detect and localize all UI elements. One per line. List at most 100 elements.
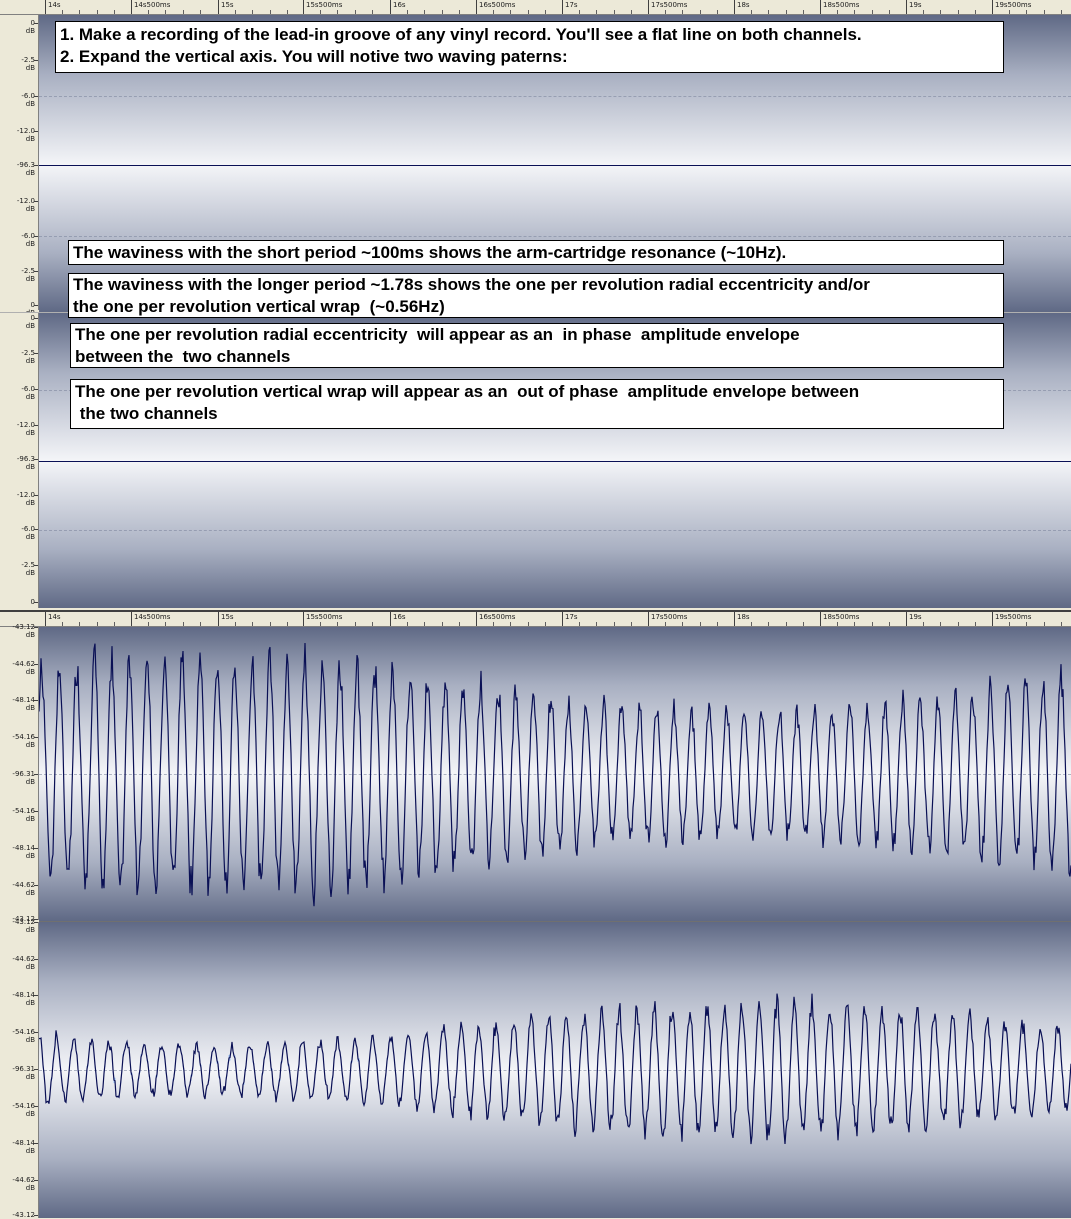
y-axis-label: -54.16 dB xyxy=(12,1102,35,1118)
ruler-minor-tick xyxy=(1026,10,1028,14)
ruler-minor-tick xyxy=(1043,10,1045,14)
ruler-minor-tick xyxy=(888,622,890,626)
ruler-tick-label: 17s500ms xyxy=(651,613,688,621)
ruler-tick-label: 18s500ms xyxy=(823,613,860,621)
y-axis-tick xyxy=(34,23,38,24)
y-axis-tick xyxy=(34,1143,38,1144)
y-axis-tick xyxy=(34,1069,38,1070)
ruler-tick: 16s xyxy=(390,0,406,14)
ruler-minor-tick xyxy=(286,622,288,626)
ruler-minor-tick xyxy=(1060,10,1062,14)
time-ruler-top[interactable]: 14s 14s500ms 15s 15s500ms 16s 16s500ms 17s 17s5… xyxy=(0,0,1071,15)
ruler-minor-tick xyxy=(96,10,98,14)
y-axis-tick xyxy=(34,1215,38,1216)
time-ruler-bottom[interactable]: 14s 14s500ms 15s 15s500ms 16s 16s500ms 17s 17s5… xyxy=(0,612,1071,627)
ruler-minor-tick xyxy=(1060,622,1062,626)
ruler-minor-tick xyxy=(371,622,373,626)
ruler-minor-tick xyxy=(510,622,512,626)
ruler-minor-tick xyxy=(974,622,976,626)
ruler-tick: 18s500ms xyxy=(820,612,859,626)
ruler-tick: 17s500ms xyxy=(648,0,687,14)
y-axis-tick xyxy=(34,1180,38,1181)
left-channel-waveform xyxy=(39,642,1071,907)
y-axis-label: -96.3 dB xyxy=(16,161,35,177)
y-axis-left-channel-top: 0 dB -2.5 dB -6.0 dB -12.0 dB -96.3 dB -12.0 … xyxy=(0,15,39,317)
y-axis-tick xyxy=(34,459,38,460)
ruler-tick-label: 16s xyxy=(393,613,406,621)
ruler-minor-tick xyxy=(527,622,529,626)
ruler-tick-label: 18s500ms xyxy=(823,1,860,9)
ruler-tick: 14s500ms xyxy=(131,612,170,626)
ruler-minor-tick xyxy=(579,10,581,14)
ruler-minor-tick xyxy=(337,10,339,14)
y-axis-label: -6.0 dB xyxy=(21,232,35,248)
note-long-period: The waviness with the longer period ~1.7… xyxy=(68,273,1004,318)
ruler-minor-tick xyxy=(407,10,409,14)
y-axis-tick xyxy=(34,774,38,775)
ruler-tick-label: 17s xyxy=(565,1,578,9)
ruler-minor-tick xyxy=(269,622,271,626)
ruler-minor-tick xyxy=(630,622,632,626)
ruler-minor-tick xyxy=(1009,10,1011,14)
ruler-minor-tick xyxy=(544,622,546,626)
y-axis-tick xyxy=(34,1106,38,1107)
ruler-minor-tick xyxy=(579,622,581,626)
ruler-tick: 14s500ms xyxy=(131,0,170,14)
ruler-minor-tick xyxy=(596,622,598,626)
y-axis-tick xyxy=(34,96,38,97)
ruler-tick: 16s xyxy=(390,612,406,626)
y-axis-tick xyxy=(34,353,38,354)
ruler-minor-tick xyxy=(888,10,890,14)
ruler-minor-tick xyxy=(699,622,701,626)
ruler-minor-tick xyxy=(837,10,839,14)
y-axis-label: 0 dB xyxy=(25,19,35,35)
ruler-minor-tick xyxy=(699,10,701,14)
ruler-minor-tick xyxy=(199,10,201,14)
ruler-minor-tick xyxy=(182,622,184,626)
y-axis-tick xyxy=(34,627,38,628)
ruler-minor-tick xyxy=(871,10,873,14)
y-axis-tick xyxy=(34,664,38,665)
ruler-minor-tick xyxy=(424,10,426,14)
note-vertical-wrap: The one per revolution vertical wrap wil… xyxy=(70,379,1004,429)
ruler-tick-label: 16s xyxy=(393,1,406,9)
ruler-tick-label: 17s500ms xyxy=(651,1,688,9)
ruler-tick-label: 16s500ms xyxy=(479,613,516,621)
ruler-minor-tick xyxy=(62,622,64,626)
ruler-minor-tick xyxy=(665,10,667,14)
y-axis-right-channel-top: 0 dB -2.5 dB -6.0 dB -12.0 dB -96.3 dB -12.0 … xyxy=(0,313,39,608)
y-axis-label: -2.5 dB xyxy=(21,349,35,365)
y-axis-tick xyxy=(34,236,38,237)
ruler-tick: 17s xyxy=(562,612,578,626)
ruler-minor-tick xyxy=(940,10,942,14)
ruler-minor-tick xyxy=(252,622,254,626)
ruler-tick: 19s xyxy=(906,0,922,14)
ruler-tick: 16s500ms xyxy=(476,612,515,626)
ruler-minor-tick xyxy=(182,10,184,14)
ruler-minor-tick xyxy=(957,10,959,14)
ruler-minor-tick xyxy=(320,622,322,626)
ruler-minor-tick xyxy=(148,10,150,14)
ruler-tick: 14s xyxy=(45,612,61,626)
ruler-tick: 19s xyxy=(906,612,922,626)
top-waveform-view: 14s 14s500ms 15s 15s500ms 16s 16s500ms 17s 17s5… xyxy=(0,0,1071,610)
ruler-tick: 15s xyxy=(218,612,234,626)
ruler-tick: 14s xyxy=(45,0,61,14)
note-step2: 2. Expand the vertical axis. You will no… xyxy=(60,47,568,66)
y-axis-tick xyxy=(34,201,38,202)
ruler-minor-tick xyxy=(165,10,167,14)
ruler-tick: 19s500ms xyxy=(992,0,1031,14)
y-axis-tick xyxy=(34,848,38,849)
ruler-minor-tick xyxy=(458,10,460,14)
left-channel-flat-line xyxy=(39,165,1071,166)
y-axis-label: 0 dB xyxy=(25,314,35,330)
ruler-minor-tick xyxy=(458,622,460,626)
ruler-tick: 18s xyxy=(734,612,750,626)
ruler-tick-label: 18s xyxy=(737,613,750,621)
y-axis-label: -48.14 dB xyxy=(12,844,35,860)
y-axis-tick xyxy=(34,529,38,530)
ruler-minor-tick xyxy=(113,622,115,626)
right-channel-waveform-fill xyxy=(42,1053,1071,1087)
ruler-tick-label: 15s xyxy=(221,613,234,621)
note-radial-eccentricity: The one per revolution radial eccentrici… xyxy=(70,323,1004,368)
